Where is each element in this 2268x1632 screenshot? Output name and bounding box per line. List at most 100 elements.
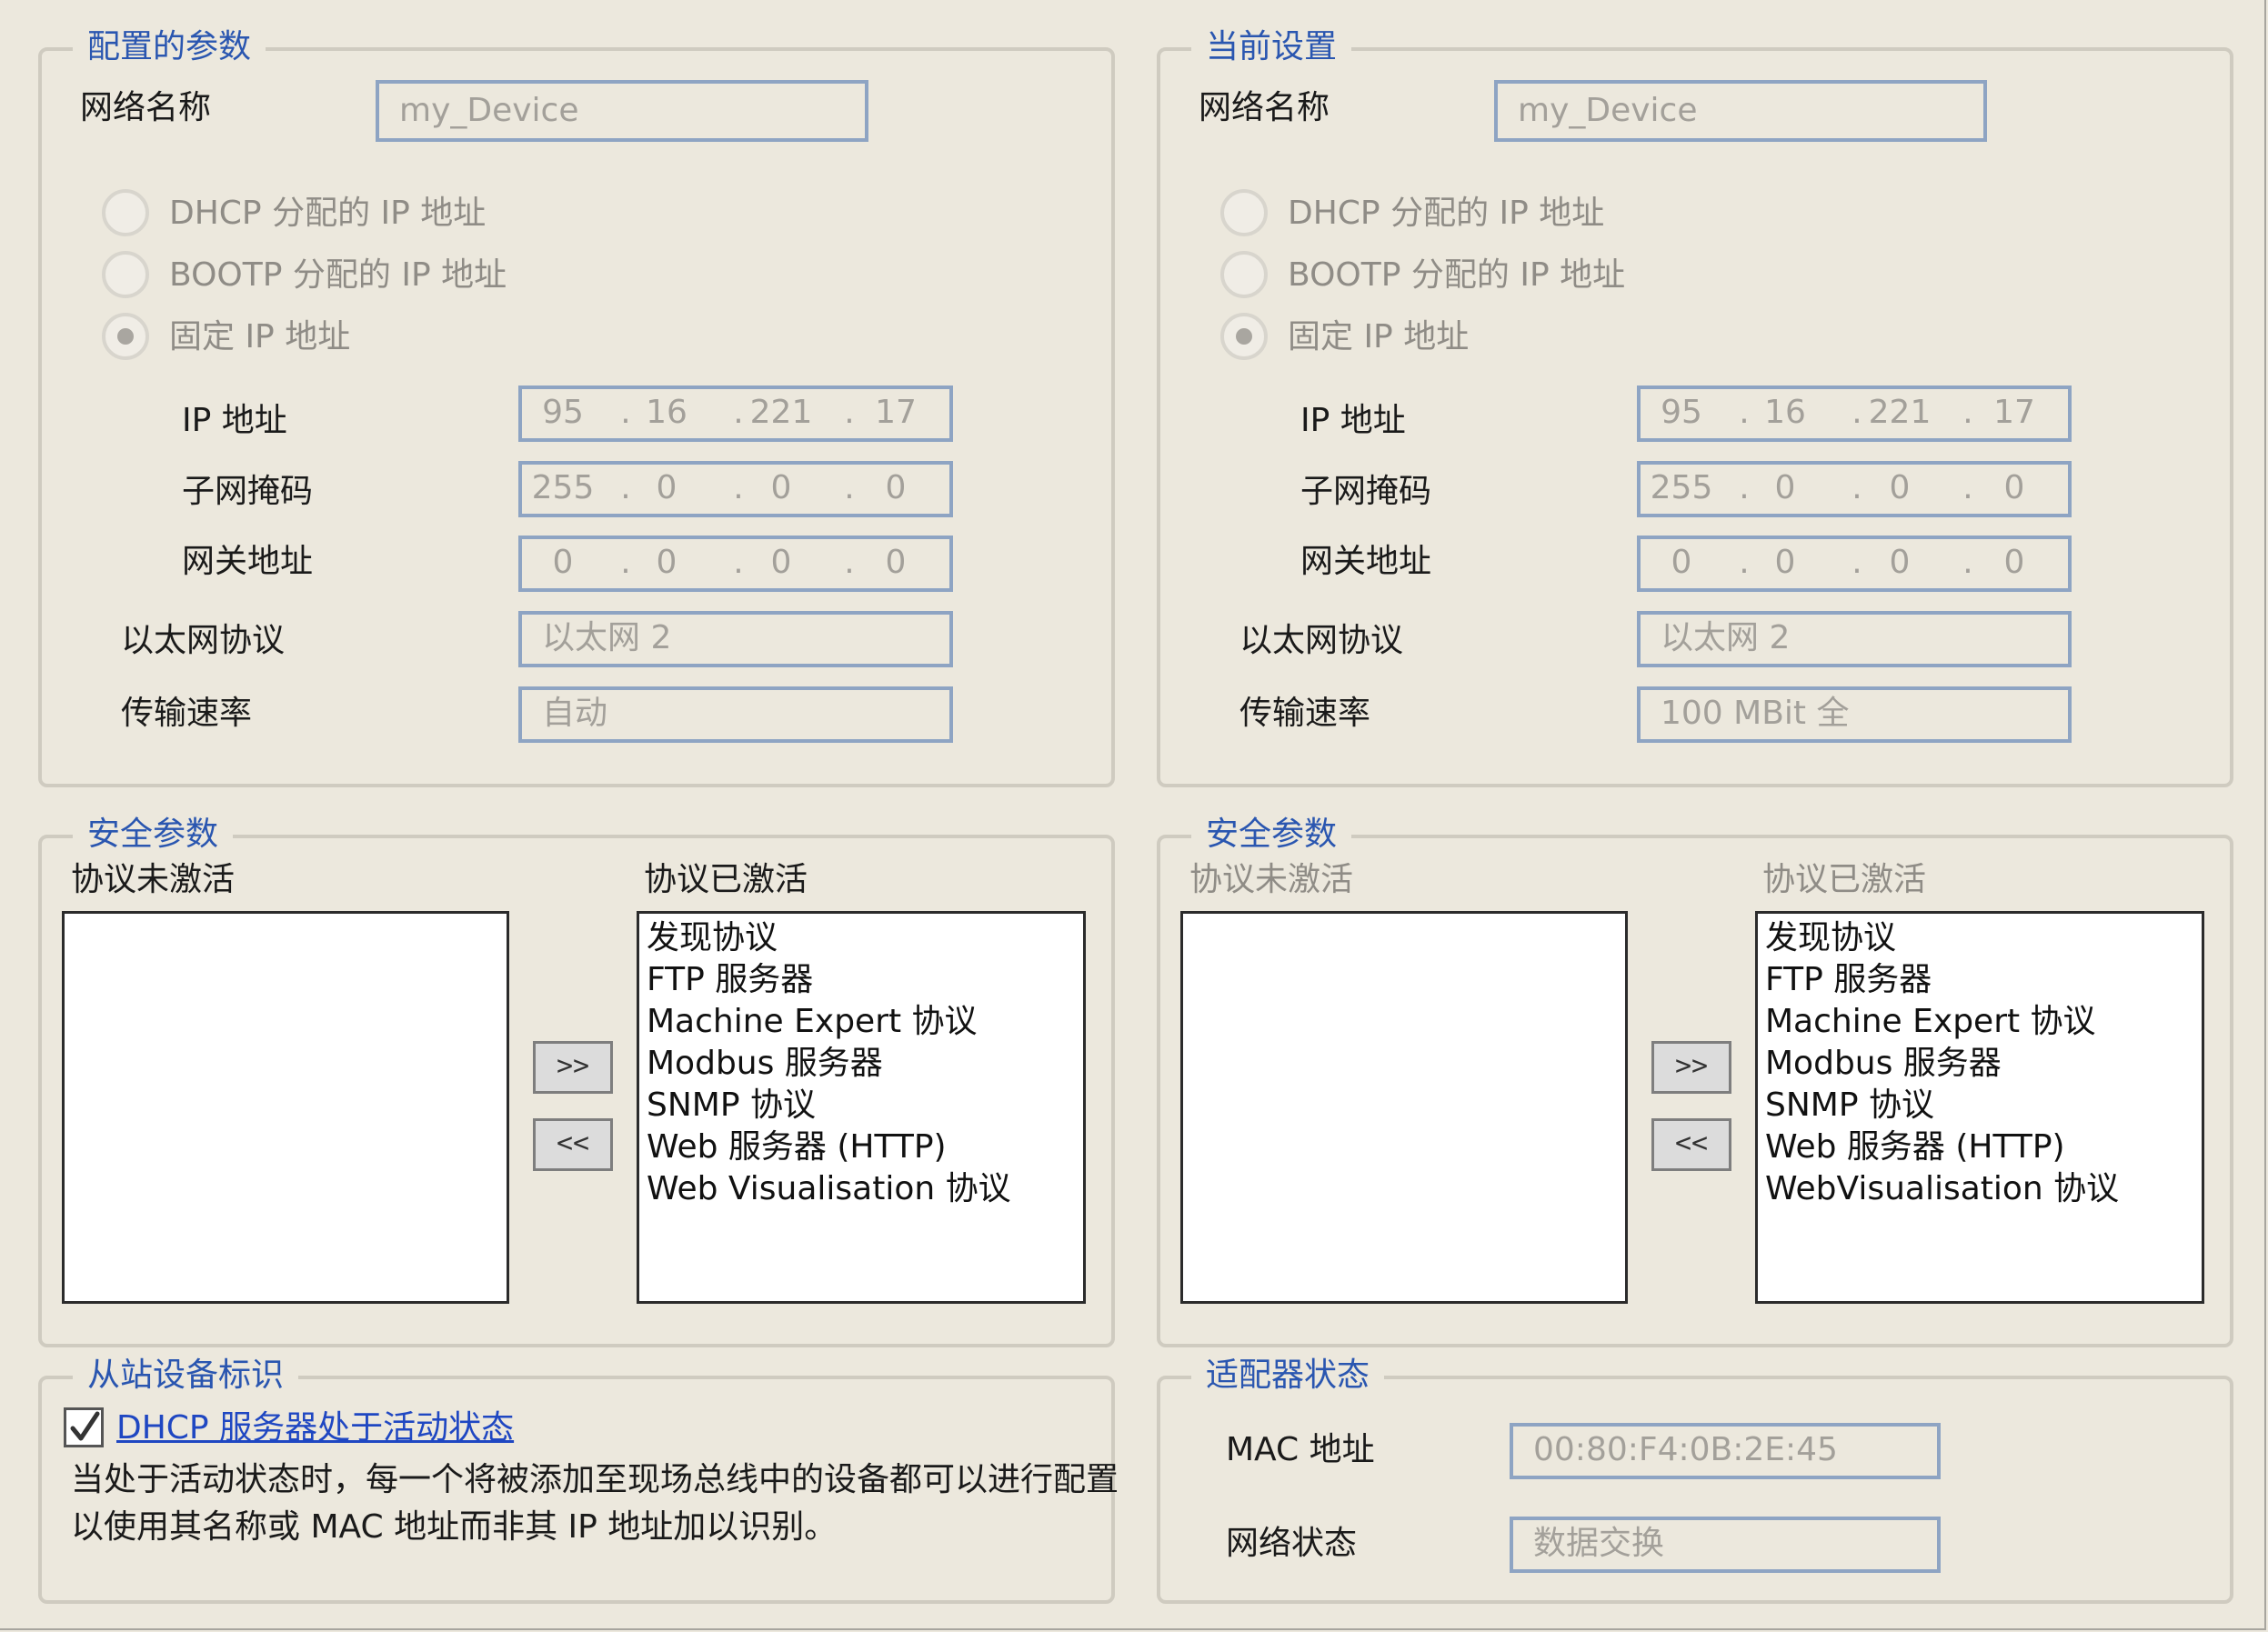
mac-address-field: 00:80:F4:0B:2E:45 xyxy=(1510,1423,1941,1479)
network-name-field: my_Device xyxy=(1494,80,1987,142)
subnet-octet: 255 xyxy=(1650,469,1713,506)
group-title: 安全参数 xyxy=(73,811,234,858)
inactive-protocols-label: 协议未激活 xyxy=(71,861,236,898)
subnet-octet: 0 xyxy=(2003,469,2025,506)
gateway-label: 网关地址 xyxy=(1300,543,1432,580)
subnet-octet: 0 xyxy=(770,469,792,506)
active-protocols-label: 协议已激活 xyxy=(644,861,808,898)
gateway-octet: 0 xyxy=(885,544,907,581)
fixed-ip-radio-label: 固定 IP 地址 xyxy=(1288,318,1470,355)
ip-octet: 17 xyxy=(875,394,917,431)
gateway-octet: 0 xyxy=(1889,544,1911,581)
inactive-protocols-list xyxy=(1180,911,1628,1304)
subnet-mask-field[interactable]: 255 . 0 . 0 . 0 xyxy=(518,461,953,517)
active-protocols-list[interactable]: 发现协议 FTP 服务器 Machine Expert 协议 Modbus 服务… xyxy=(637,911,1086,1304)
bootp-radio-label: BOOTP 分配的 IP 地址 xyxy=(169,256,507,294)
deactivate-protocol-button[interactable]: << xyxy=(533,1118,613,1171)
network-name-label: 网络名称 xyxy=(1199,89,1330,126)
ip-address-field: 95 . 16 . 221 . 17 xyxy=(1637,385,2072,442)
subnet-octet: 0 xyxy=(656,469,677,506)
network-name-label: 网络名称 xyxy=(80,89,212,126)
dhcp-server-checkbox-label[interactable]: DHCP 服务器处于活动状态 xyxy=(116,1407,514,1449)
list-item: FTP 服务器 xyxy=(1765,961,1932,998)
subnet-octet: 0 xyxy=(885,469,907,506)
network-status-field: 数据交换 xyxy=(1510,1517,1941,1573)
bootp-radio[interactable] xyxy=(102,251,149,298)
group-title: 安全参数 xyxy=(1191,811,1352,858)
activate-protocol-button: >> xyxy=(1651,1041,1731,1094)
group-title: 适配器状态 xyxy=(1191,1352,1385,1399)
list-item: Machine Expert 协议 xyxy=(1765,1003,2096,1040)
gateway-label: 网关地址 xyxy=(182,543,314,580)
list-item: Modbus 服务器 xyxy=(1765,1045,2002,1082)
transmission-rate-field: 100 MBit 全 xyxy=(1637,686,2072,743)
subnet-octet: 0 xyxy=(1889,469,1911,506)
gateway-field: 0 . 0 . 0 . 0 xyxy=(1637,536,2072,592)
ethernet-protocol-label: 以太网协议 xyxy=(121,622,286,659)
activate-protocol-button[interactable]: >> xyxy=(533,1041,613,1094)
ip-octet: 221 xyxy=(1868,394,1932,431)
list-item[interactable]: SNMP 协议 xyxy=(647,1085,1076,1126)
ethernet-protocol-field[interactable]: 以太网 2 xyxy=(518,611,953,667)
bootp-radio-label: BOOTP 分配的 IP 地址 xyxy=(1288,256,1626,294)
gateway-field[interactable]: 0 . 0 . 0 . 0 xyxy=(518,536,953,592)
gateway-octet: 0 xyxy=(656,544,677,581)
dhcp-description: 当处于活动状态时，每一个将被添加至现场总线中的设备都可以进行配置以使用其名称或 … xyxy=(71,1461,1119,1546)
gateway-octet: 0 xyxy=(552,544,574,581)
dhcp-server-checkbox[interactable] xyxy=(64,1407,104,1447)
ip-octet: 221 xyxy=(749,394,813,431)
ip-address-label: IP 地址 xyxy=(182,402,287,439)
transmission-rate-field[interactable]: 自动 xyxy=(518,686,953,743)
checkmark-icon xyxy=(70,1411,100,1441)
active-protocols-label: 协议已激活 xyxy=(1762,861,1927,898)
gateway-octet: 0 xyxy=(1671,544,1692,581)
subnet-octet: 255 xyxy=(531,469,595,506)
network-status-label: 网络状态 xyxy=(1226,1525,1358,1562)
subnet-mask-field: 255 . 0 . 0 . 0 xyxy=(1637,461,2072,517)
ip-octet: 16 xyxy=(646,394,687,431)
dhcp-radio-label: DHCP 分配的 IP 地址 xyxy=(1288,195,1605,232)
inactive-protocols-list[interactable] xyxy=(62,911,509,1304)
gateway-octet: 0 xyxy=(2003,544,2025,581)
ethernet-protocol-field: 以太网 2 xyxy=(1637,611,2072,667)
list-item[interactable]: 发现协议 xyxy=(647,917,1076,959)
gateway-octet: 0 xyxy=(1774,544,1796,581)
list-item[interactable]: Web 服务器 (HTTP) xyxy=(647,1126,1076,1168)
list-item[interactable]: FTP 服务器 xyxy=(647,959,1076,1001)
fixed-ip-radio-label: 固定 IP 地址 xyxy=(169,318,351,355)
deactivate-protocol-button: << xyxy=(1651,1118,1731,1171)
dhcp-radio[interactable] xyxy=(102,189,149,236)
gateway-octet: 0 xyxy=(770,544,792,581)
transmission-rate-label: 传输速率 xyxy=(1239,695,1371,732)
ip-address-label: IP 地址 xyxy=(1300,402,1406,439)
group-title: 配置的参数 xyxy=(73,24,266,71)
subnet-mask-label: 子网掩码 xyxy=(182,473,314,510)
ip-octet: 16 xyxy=(1764,394,1806,431)
list-item[interactable]: Modbus 服务器 xyxy=(647,1043,1076,1085)
list-item: 发现协议 xyxy=(1765,919,1897,956)
list-item[interactable]: Machine Expert 协议 xyxy=(647,1001,1076,1043)
inactive-protocols-label: 协议未激活 xyxy=(1189,861,1354,898)
active-protocols-list: 发现协议 FTP 服务器 Machine Expert 协议 Modbus 服务… xyxy=(1755,911,2204,1304)
group-title: 当前设置 xyxy=(1191,24,1352,71)
list-item: Web 服务器 (HTTP) xyxy=(1765,1128,2065,1166)
transmission-rate-label: 传输速率 xyxy=(121,695,253,732)
ip-octet: 17 xyxy=(1993,394,2035,431)
ip-octet: 95 xyxy=(542,394,584,431)
fixed-ip-radio[interactable] xyxy=(102,313,149,360)
list-item: SNMP 协议 xyxy=(1765,1086,1934,1124)
mac-address-label: MAC 地址 xyxy=(1226,1431,1375,1468)
fixed-ip-radio xyxy=(1220,313,1268,360)
subnet-octet: 0 xyxy=(1774,469,1796,506)
subnet-mask-label: 子网掩码 xyxy=(1300,473,1432,510)
group-title: 从站设备标识 xyxy=(73,1352,299,1399)
ip-address-field[interactable]: 95 . 16 . 221 . 17 xyxy=(518,385,953,442)
ip-octet: 95 xyxy=(1661,394,1702,431)
bootp-radio xyxy=(1220,251,1268,298)
dhcp-radio xyxy=(1220,189,1268,236)
list-item[interactable]: Web Visualisation 协议 xyxy=(647,1168,1076,1210)
ethernet-protocol-label: 以太网协议 xyxy=(1239,622,1404,659)
network-name-field[interactable]: my_Device xyxy=(376,80,868,142)
list-item: WebVisualisation 协议 xyxy=(1765,1170,2120,1207)
dhcp-radio-label: DHCP 分配的 IP 地址 xyxy=(169,195,487,232)
